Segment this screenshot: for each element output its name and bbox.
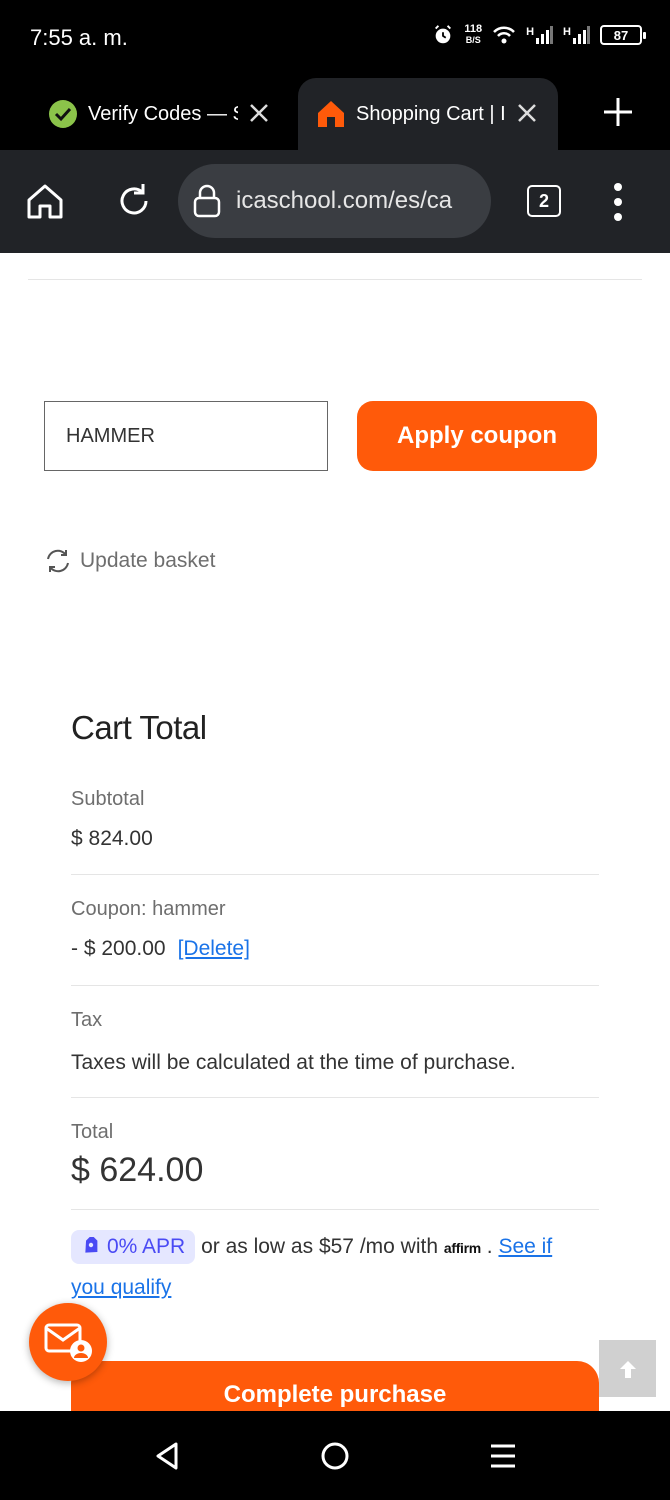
new-tab-icon[interactable] [600, 94, 636, 130]
subtotal-label: Subtotal [71, 788, 145, 810]
home-button-icon[interactable] [318, 1439, 352, 1473]
divider [71, 1209, 599, 1210]
net-speed: 118 B/S [464, 23, 483, 46]
tag-icon [85, 1237, 98, 1254]
apply-coupon-button[interactable]: Apply coupon [357, 401, 597, 471]
browser-toolbar: icaschool.com/es/ca 2 [0, 150, 670, 253]
tab-verify-codes[interactable]: Verify Codes — S [48, 78, 288, 150]
address-bar[interactable]: icaschool.com/es/ca [178, 164, 491, 238]
apr-badge: 0% APR [71, 1230, 196, 1265]
arrow-up-icon [619, 1360, 636, 1378]
chat-button[interactable] [29, 1303, 107, 1381]
update-basket-button[interactable]: Update basket [44, 547, 215, 575]
divider [71, 1097, 599, 1098]
alarm-icon [435, 25, 452, 44]
cart-total-heading: Cart Total [71, 709, 207, 746]
tab-title: Shopping Cart | I [356, 102, 506, 125]
tab-shopping-cart[interactable]: Shopping Cart | I [298, 78, 558, 150]
status-bar: 7:55 a. m. 118 B/S H H 87 [0, 0, 670, 78]
verify-codes-favicon-icon [49, 100, 77, 128]
close-tab-icon[interactable] [512, 98, 542, 128]
signal-2: H [563, 26, 590, 44]
tax-note: Taxes will be calculated at the time of … [71, 1051, 516, 1074]
browser-tab-strip: Verify Codes — S Shopping Cart | I [0, 78, 670, 150]
status-time: 7:55 a. m. [30, 25, 128, 50]
url-text: icaschool.com/es/ca [236, 187, 453, 214]
recent-apps-icon[interactable] [486, 1439, 520, 1473]
back-icon[interactable] [150, 1439, 184, 1473]
affirm-logo: affirm [443, 1240, 481, 1256]
total-label: Total [71, 1121, 114, 1143]
affirm-text: or as low as $57 /mo with [201, 1235, 438, 1258]
divider [71, 985, 599, 986]
tab-switcher-button[interactable]: 2 [527, 185, 561, 217]
coupon-label: Coupon: hammer [71, 898, 226, 920]
reload-icon[interactable] [113, 180, 155, 222]
divider [28, 279, 642, 280]
affirm-period: . [486, 1235, 493, 1258]
wifi-icon [493, 26, 515, 44]
complete-purchase-button[interactable]: Complete purchase [71, 1361, 599, 1411]
signal-1: H [526, 26, 554, 44]
affirm-financing-message: 0% APR or as low as $57 /mo with affirm … [71, 1227, 591, 1308]
signal-bars-icon [536, 26, 554, 44]
subtotal-value: $ 824.00 [71, 827, 153, 850]
signal-bars-icon [573, 26, 590, 44]
scroll-to-top-button[interactable] [599, 1340, 656, 1397]
battery-indicator: 87 [600, 25, 646, 45]
refresh-icon [47, 549, 69, 573]
coupon-code-input[interactable] [44, 401, 328, 471]
more-options-icon[interactable] [612, 182, 624, 222]
page-content: Apply coupon Update basket Cart Total Su… [0, 253, 670, 1411]
update-basket-label: Update basket [80, 549, 216, 572]
coupon-discount-row: - $ 200.00 [Delete] [71, 937, 250, 961]
tax-label: Tax [71, 1009, 103, 1031]
status-icons: 118 B/S H H 87 [432, 23, 646, 46]
lock-icon[interactable] [192, 184, 222, 218]
home-favicon-icon [318, 101, 344, 127]
tab-title: Verify Codes — S [88, 102, 238, 125]
divider [71, 874, 599, 875]
delete-coupon-link[interactable]: [Delete] [178, 937, 250, 960]
coupon-discount-value: - $ 200.00 [71, 937, 166, 960]
total-value: $ 624.00 [71, 1151, 204, 1189]
system-navigation-bar [0, 1411, 670, 1500]
close-tab-icon[interactable] [244, 98, 274, 128]
home-icon[interactable] [24, 180, 66, 222]
mail-user-icon [44, 1323, 92, 1362]
